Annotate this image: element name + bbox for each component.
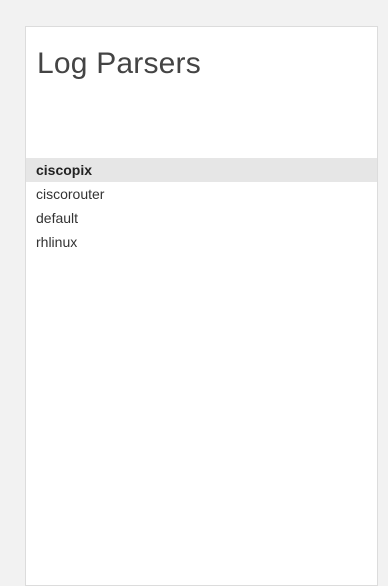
parser-item-default[interactable]: default <box>26 206 377 230</box>
panel-title: Log Parsers <box>37 47 201 80</box>
parser-item-rhlinux[interactable]: rhlinux <box>26 230 377 254</box>
parser-list: ciscopix ciscorouter default rhlinux <box>26 158 377 254</box>
parser-item-ciscorouter[interactable]: ciscorouter <box>26 182 377 206</box>
parser-item-ciscopix[interactable]: ciscopix <box>26 158 377 182</box>
log-parsers-panel: Log Parsers ciscopix ciscorouter default… <box>25 26 378 586</box>
